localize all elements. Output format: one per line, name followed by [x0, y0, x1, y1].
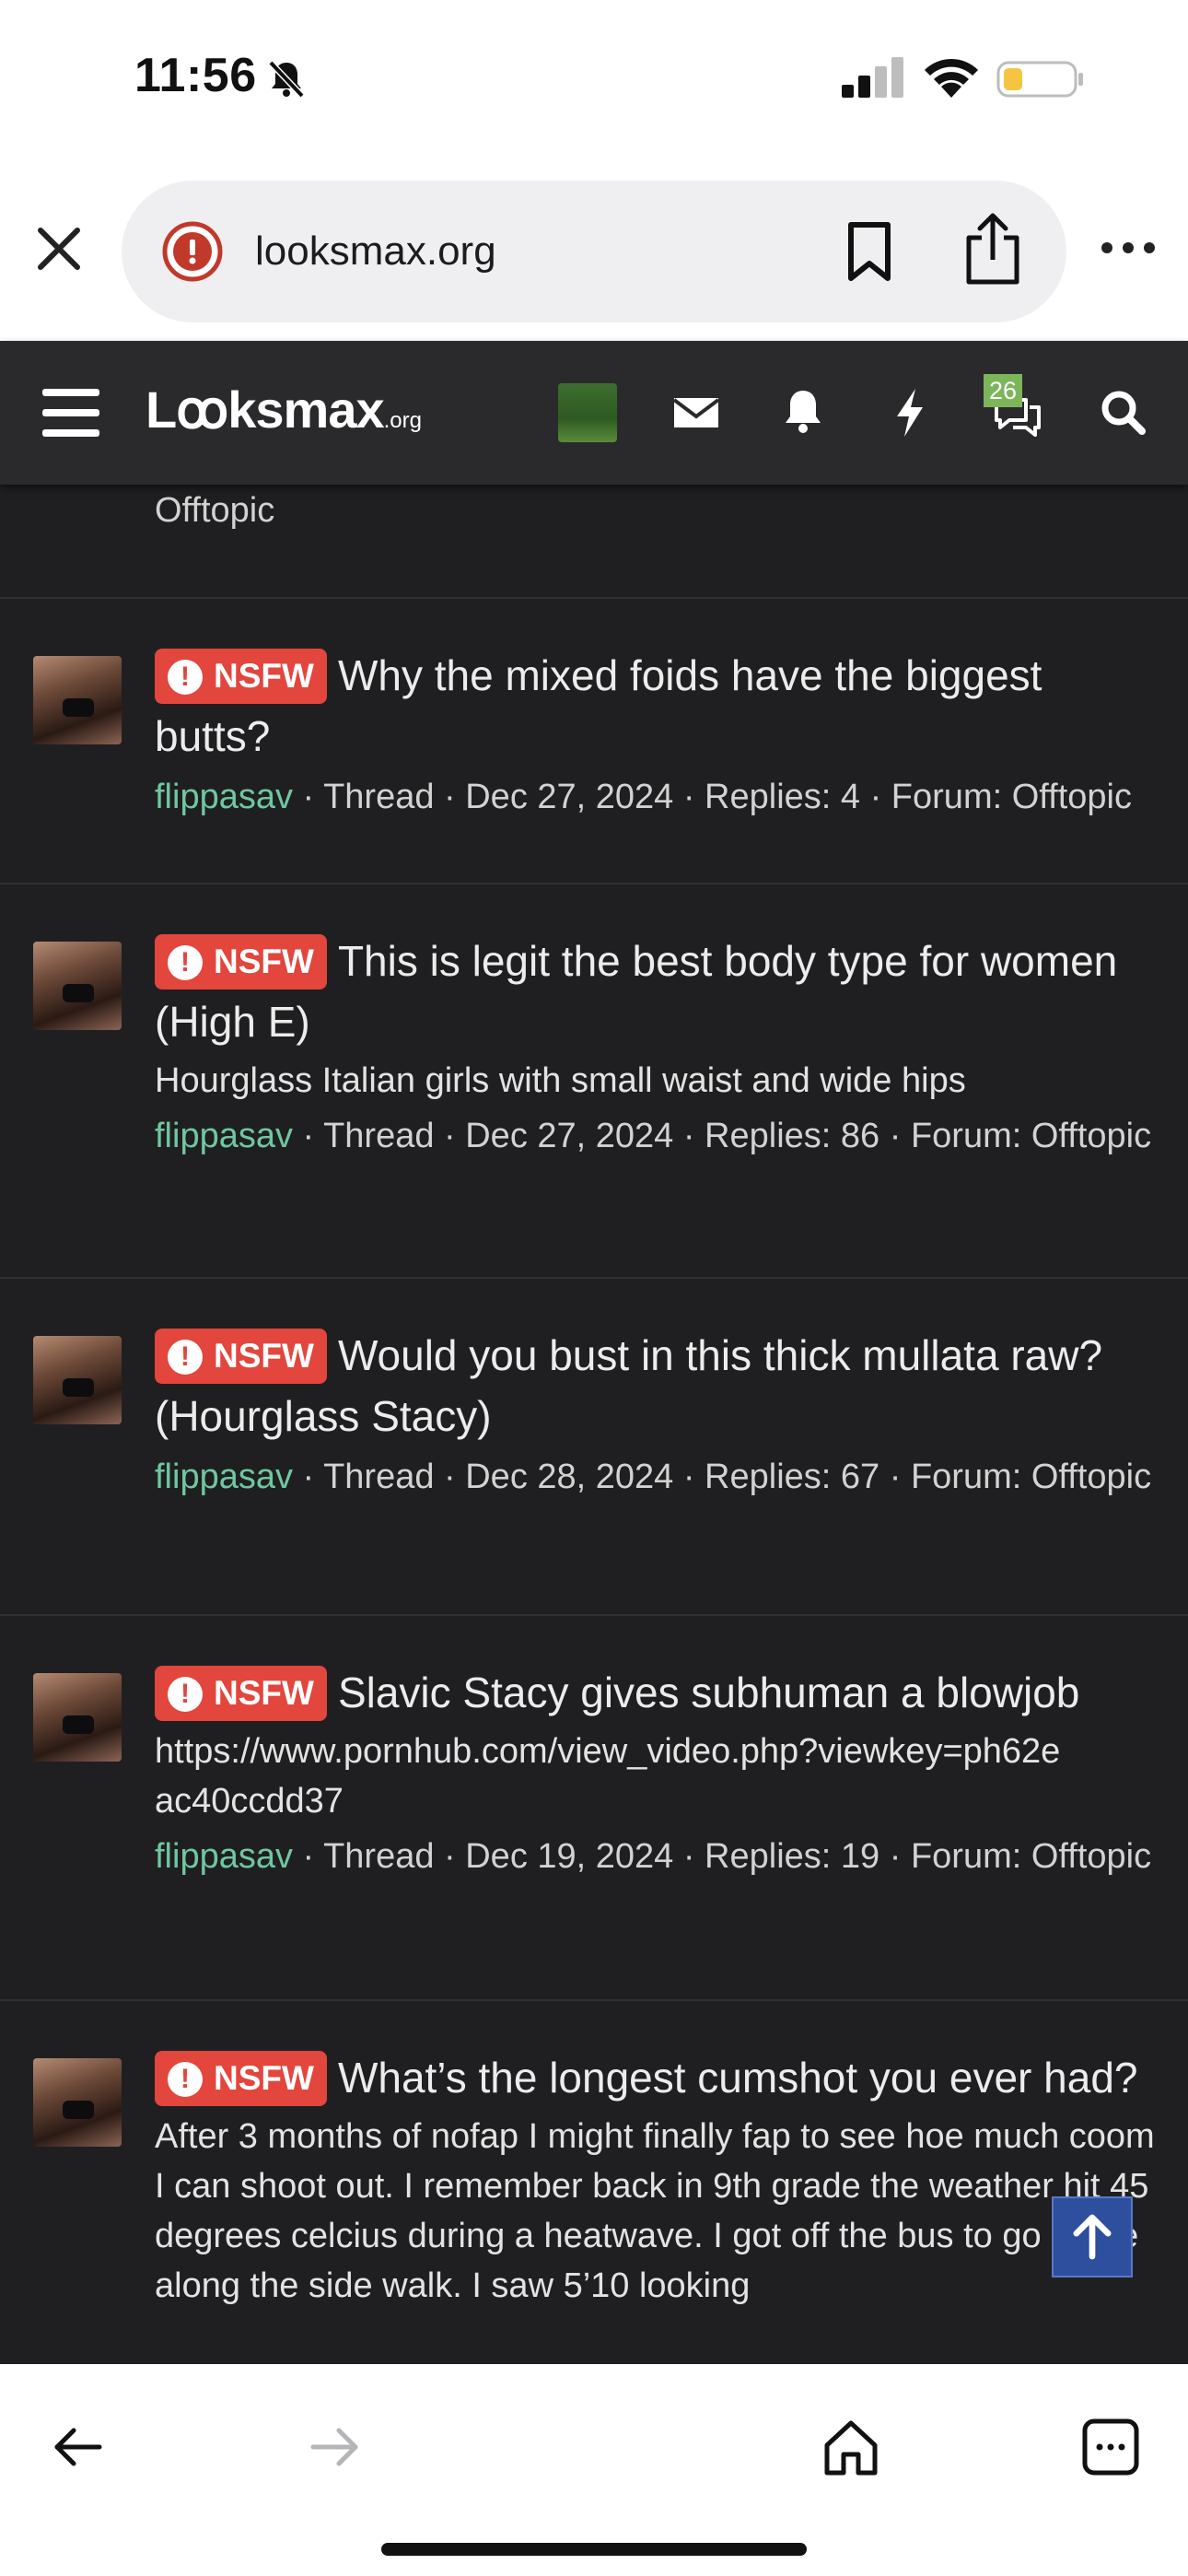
more-options-icon[interactable] [1098, 238, 1159, 258]
exclamation-icon: ! [168, 1340, 203, 1375]
username-link[interactable]: flippasav [155, 1837, 293, 1876]
browser-toolbar: looksmax.org [0, 157, 1188, 341]
result-snippet: Hourglass Italian girls with small waist… [155, 1061, 966, 1100]
result-meta: Offtopic [155, 491, 275, 530]
bolt-icon[interactable] [879, 381, 941, 444]
list-item-partial[interactable]: Offtopic [0, 485, 1188, 599]
nsfw-badge: ! NSFW [155, 2051, 327, 2106]
status-time: 11:56 [134, 49, 257, 102]
nsfw-badge: ! NSFW [155, 934, 327, 989]
result-title[interactable]: ! NSFW Why the mixed foids have the bigges… [155, 645, 1168, 767]
result-snippet: https://www.pornhub.com/view_video.php?v… [155, 1732, 1061, 1821]
cellular-signal-icon [842, 57, 903, 98]
nsfw-label: NSFW [214, 2059, 314, 2097]
avatar[interactable] [33, 2058, 122, 2147]
result-meta: flippasav · Thread · Dec 19, 2024 · Repl… [155, 1832, 1168, 1881]
meta-text: · Thread · Dec 27, 2024 · Replies: 86 · … [292, 1117, 1152, 1155]
avatar[interactable] [33, 1673, 122, 1762]
nsfw-label: NSFW [214, 1674, 314, 1712]
list-item[interactable]: ! NSFW Would you bust in this thick mullat… [0, 1279, 1188, 1616]
meta-text: · Thread · Dec 28, 2024 · Replies: 67 · … [292, 1458, 1152, 1496]
result-title-text: What’s the longest cumshot you ever had? [337, 2054, 1138, 2102]
nsfw-label: NSFW [214, 657, 314, 695]
nsfw-label: NSFW [214, 1337, 314, 1375]
chat-count-badge: 26 [984, 374, 1023, 407]
nsfw-badge: ! NSFW [155, 1329, 327, 1384]
search-results: Offtopic ! NSFW Why the mixed foids have t… [0, 485, 1188, 2364]
meta-text: · Thread · Dec 19, 2024 · Replies: 19 · … [292, 1837, 1152, 1876]
result-title[interactable]: ! NSFW This is legit the best body type fo… [155, 931, 1168, 1052]
result-title-text: Slavic Stacy gives subhuman a blowjob [337, 1669, 1080, 1716]
bookmark-icon[interactable] [842, 221, 897, 282]
site-logo[interactable]: Lꝏksmax.org [146, 380, 422, 440]
home-indicator [381, 2543, 807, 2556]
result-title[interactable]: ! NSFW What’s the longest cumshot you ever… [155, 2047, 1168, 2108]
avatar[interactable] [33, 942, 122, 1030]
exclamation-icon: ! [168, 945, 203, 980]
user-avatar[interactable] [558, 383, 617, 442]
list-item[interactable]: ! NSFW This is legit the best body type fo… [0, 884, 1188, 1279]
list-item[interactable]: ! NSFW Slavic Stacy gives subhuman a blowj… [0, 1616, 1188, 2001]
result-meta: flippasav · Thread · Dec 27, 2024 · Repl… [155, 772, 1168, 822]
scroll-to-top-button[interactable] [1052, 2196, 1133, 2277]
result-title[interactable]: ! NSFW Slavic Stacy gives subhuman a blowj… [155, 1662, 1168, 1723]
forward-arrow-icon[interactable] [304, 2416, 367, 2478]
tabs-icon[interactable] [1079, 2416, 1142, 2478]
mail-icon[interactable] [665, 381, 728, 444]
username-link[interactable]: flippasav [155, 1458, 293, 1496]
back-arrow-icon[interactable] [46, 2416, 109, 2478]
share-icon[interactable] [961, 212, 1024, 286]
home-icon[interactable] [820, 2416, 882, 2478]
nsfw-label: NSFW [214, 943, 314, 980]
username-link[interactable]: flippasav [155, 1117, 293, 1155]
bell-muted-icon [268, 60, 305, 99]
bottom-toolbar [0, 2364, 1188, 2576]
logo-suffix: .org [383, 408, 422, 433]
result-snippet: After 3 months of nofap I might finally … [155, 2117, 1155, 2305]
wifi-icon [925, 58, 978, 98]
logo-text: Lꝏksmax [146, 381, 385, 439]
menu-icon[interactable] [42, 387, 99, 439]
exclamation-icon: ! [168, 2062, 203, 2097]
url-text: looksmax.org [255, 228, 496, 274]
site-header: Lꝏksmax.org 26 [0, 341, 1188, 485]
page: 11:56 looksmax.org Lꝏksmax.org 26 Offtop… [0, 0, 1188, 2576]
status-bar: 11:56 [0, 0, 1188, 157]
address-bar[interactable]: looksmax.org [122, 181, 1066, 322]
exclamation-icon: ! [168, 660, 203, 695]
username-link[interactable]: flippasav [155, 778, 293, 816]
site-warning-icon[interactable] [162, 221, 223, 282]
nsfw-badge: ! NSFW [155, 649, 327, 704]
list-item[interactable]: ! NSFW Why the mixed foids have the bigges… [0, 599, 1188, 884]
search-icon[interactable] [1092, 381, 1155, 444]
bell-icon[interactable] [772, 381, 834, 444]
battery-icon [996, 61, 1083, 98]
result-meta: flippasav · Thread · Dec 28, 2024 · Repl… [155, 1452, 1168, 1502]
avatar[interactable] [33, 1336, 122, 1424]
nsfw-badge: ! NSFW [155, 1666, 327, 1721]
list-item[interactable]: ! NSFW What’s the longest cumshot you ever… [0, 2001, 1188, 2364]
close-icon[interactable] [33, 223, 85, 275]
result-title[interactable]: ! NSFW Would you bust in this thick mullat… [155, 1325, 1168, 1446]
result-meta: flippasav · Thread · Dec 27, 2024 · Repl… [155, 1111, 1168, 1161]
avatar[interactable] [33, 656, 122, 744]
exclamation-icon: ! [168, 1677, 203, 1712]
meta-text: · Thread · Dec 27, 2024 · Replies: 4 · F… [292, 778, 1132, 816]
